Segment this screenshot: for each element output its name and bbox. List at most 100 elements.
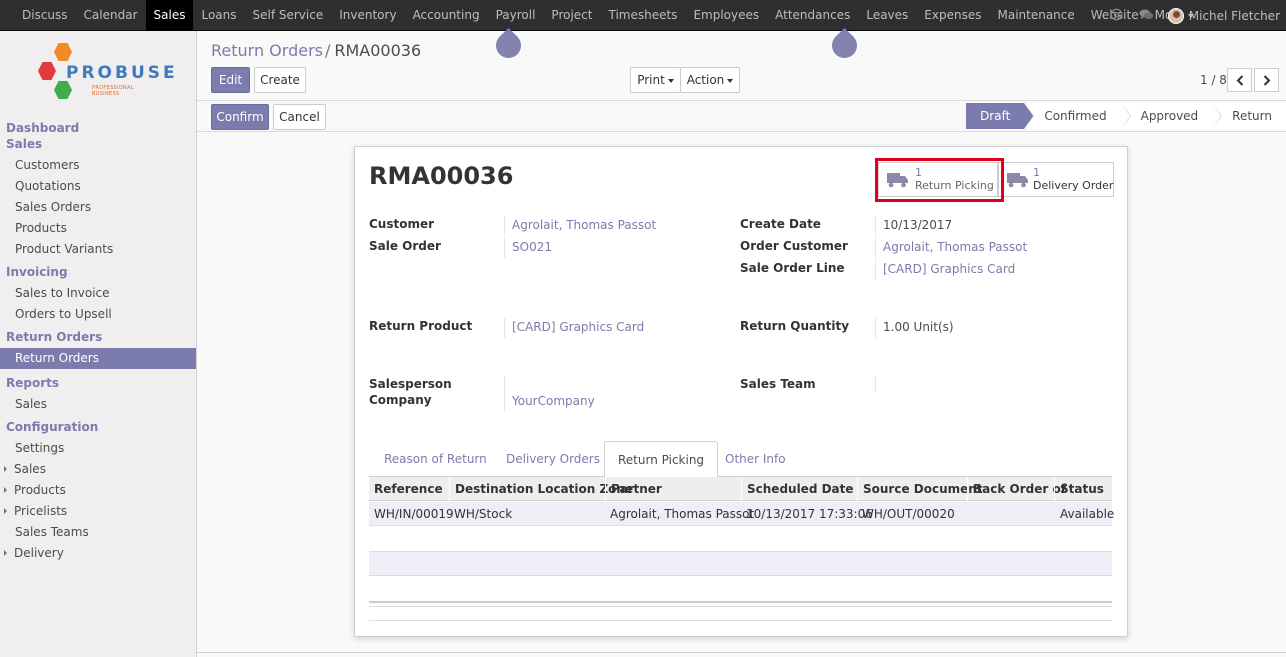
column-status[interactable]: Status [1054,477,1112,501]
divider [369,620,1112,621]
menu-project[interactable]: Project [543,0,600,31]
stage-draft[interactable]: Draft [966,103,1035,129]
sidebar-item-orders-to-upsell[interactable]: Orders to Upsell [0,304,196,325]
divider [875,216,876,236]
sale-order-label: Sale Order [369,239,441,253]
sidebar-head-dashboard[interactable]: Dashboard [0,120,196,136]
column-scheduled-date[interactable]: Scheduled Date [741,477,858,501]
menu-attendances[interactable]: Attendances [767,0,858,31]
cell-source-document: WH/OUT/00020 [862,507,955,521]
stage-approved[interactable]: Approved [1120,103,1222,129]
sidebar-item-return-orders[interactable]: Return Orders [0,348,196,369]
return-picking-smart-button[interactable]: 1 Return Picking [878,162,998,197]
breadcrumb-separator: / [324,41,331,60]
record-title: RMA00036 [369,162,514,190]
sidebar-head-reports: Reports [6,376,60,390]
confirm-button[interactable]: Confirm [211,104,269,130]
cell-destination: WH/Stock [454,507,513,521]
menu-employees[interactable]: Employees [685,0,767,31]
table-row[interactable]: WH/IN/00019 WH/Stock Agrolait, Thomas Pa… [369,502,1114,526]
return-picking-label: Return Picking [915,179,994,192]
menu-payroll[interactable]: Payroll [488,0,544,31]
tab-other-info[interactable]: Other Info [725,441,786,477]
cell-back-order-of [967,502,972,526]
sidebar-item-sales-teams[interactable]: Sales Teams [0,522,196,543]
tab-return-picking[interactable]: Return Picking [604,441,719,478]
company-field[interactable]: YourCompany [512,394,595,408]
menu-sales[interactable]: Sales [145,0,194,31]
customer-field[interactable]: Agrolait, Thomas Passot [512,218,656,232]
systray: Michel Fletcher [1102,0,1280,31]
create-button[interactable]: Create [254,67,306,93]
sidebar-item-sales-to-invoice[interactable]: Sales to Invoice [0,283,196,304]
menu-maintenance[interactable]: Maintenance [989,0,1082,31]
sidebar-head-sales: Sales [6,137,43,151]
logo-tagline: PROFESSIONAL BUSINESS [92,85,134,97]
decorative-drop [490,27,527,64]
cell-partner: Agrolait, Thomas Passot [610,507,755,521]
sales-team-label: Sales Team [740,377,816,391]
tab-delivery-orders[interactable]: Delivery Orders [506,441,600,477]
decorative-drop [826,27,863,64]
user-menu[interactable]: Michel Fletcher [1162,7,1280,24]
column-reference[interactable]: Reference [369,477,450,501]
sidebar-item-sales-orders[interactable]: Sales Orders [0,197,196,218]
column-destination-location-zone[interactable]: Destination Location Zone [449,477,633,501]
sidebar-item-config-products[interactable]: Products [0,480,196,501]
divider [875,238,876,258]
menu-self-service[interactable]: Self Service [245,0,332,31]
menu-calendar[interactable]: Calendar [76,0,146,31]
column-source-document[interactable]: Source Document [857,477,983,501]
return-product-field[interactable]: [CARD] Graphics Card [512,320,644,334]
delivery-order-smart-button[interactable]: 1 Delivery Order [998,162,1114,197]
sidebar-item-pricelists[interactable]: Pricelists [0,501,196,522]
edit-button[interactable]: Edit [211,67,250,93]
menu-loans[interactable]: Loans [193,0,244,31]
return-quantity-unit: Unit(s) [913,320,954,334]
sale-order-field[interactable]: SO021 [512,240,552,254]
sidebar-item-customers[interactable]: Customers [0,155,196,176]
at-icon[interactable] [1102,8,1131,24]
chat-icon[interactable] [1131,8,1162,24]
menu-leaves[interactable]: Leaves [858,0,916,31]
stage-return[interactable]: Return [1212,103,1286,129]
return-quantity-label: Return Quantity [740,319,850,333]
cell-scheduled-date: 10/13/2017 17:33:06 [746,507,873,521]
sidebar-item-reports-sales[interactable]: Sales [0,394,196,415]
order-customer-field[interactable]: Agrolait, Thomas Passot [883,240,1027,254]
sidebar-item-product-variants[interactable]: Product Variants [0,239,196,260]
menu-expenses[interactable]: Expenses [916,0,989,31]
menu-inventory[interactable]: Inventory [331,0,404,31]
menu-accounting[interactable]: Accounting [405,0,488,31]
sidebar-item-quotations[interactable]: Quotations [0,176,196,197]
pager-value[interactable]: 1 / 8 [1200,73,1227,87]
sidebar-item-settings[interactable]: Settings [0,438,196,459]
sidebar-item-config-sales[interactable]: Sales [0,459,196,480]
action-button[interactable]: Action [680,67,740,93]
pager-next-button[interactable] [1254,68,1279,92]
cancel-button[interactable]: Cancel [273,104,326,130]
sale-order-line-label: Sale Order Line [740,261,845,275]
menu-discuss[interactable]: Discuss [14,0,76,31]
sidebar-item-delivery[interactable]: Delivery [0,543,196,564]
sidebar-head-invoicing: Invoicing [6,265,68,279]
stage-confirmed[interactable]: Confirmed [1024,103,1131,129]
truck-icon [1007,173,1028,188]
logo-brand: PROBUSE [66,63,178,83]
pager-previous-button[interactable] [1227,68,1252,92]
cell-reference: WH/IN/00019 [374,507,454,521]
truck-icon [887,173,908,188]
tab-reason-of-return[interactable]: Reason of Return [384,441,487,477]
sidebar-item-products[interactable]: Products [0,218,196,239]
menu-timesheets[interactable]: Timesheets [600,0,685,31]
divider [504,238,505,258]
column-back-order-of[interactable]: Back Order of [967,477,1066,501]
divider [875,318,876,338]
breadcrumb-parent[interactable]: Return Orders [211,41,323,60]
table-header: Reference Destination Location Zone Part… [369,477,1112,501]
side-nav: Dashboard Sales Customers Quotations Sal… [0,120,196,564]
chevron-right-icon [1263,75,1271,86]
sale-order-line-field[interactable]: [CARD] Graphics Card [883,262,1015,276]
print-button[interactable]: Print [630,67,681,93]
column-partner[interactable]: Partner [605,477,742,501]
